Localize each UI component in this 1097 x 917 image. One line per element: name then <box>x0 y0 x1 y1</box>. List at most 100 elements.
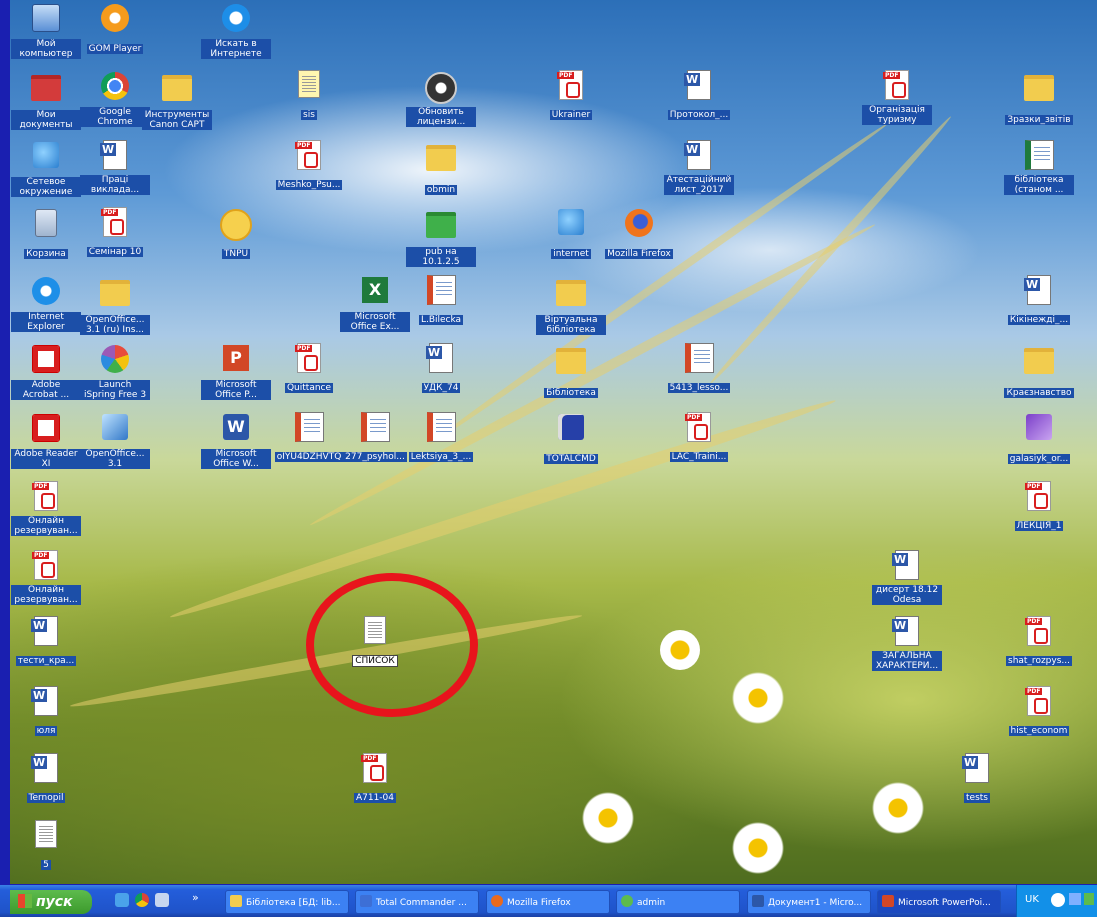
desktop-icon[interactable]: Internet Explorer <box>11 275 81 333</box>
tray-network-icon[interactable] <box>1069 893 1081 905</box>
desktop-icon[interactable]: Launch iSpring Free 3 <box>80 343 150 401</box>
desktop-icon[interactable]: Семінар 10 <box>80 207 150 258</box>
desktop-icon[interactable]: Онлайн резервуван... <box>11 550 81 606</box>
desktop-icon[interactable]: тести_кра... <box>11 616 81 667</box>
desktop-icon-label: TOTALCMD <box>544 454 598 464</box>
desktop-icon[interactable]: Lektsiya_3_... <box>406 412 476 463</box>
desktop-icon[interactable]: shat_rozpys... <box>1004 616 1074 667</box>
desktop-icon[interactable]: OpenOffice... 3.1 (ru) Ins... <box>80 275 150 336</box>
desktop-icon[interactable]: Мой компьютер <box>11 2 81 60</box>
desktop-icon[interactable]: Сетевое окружение <box>11 140 81 198</box>
desktop-icon-label: pub на 10.1.2.5 <box>406 247 476 267</box>
desktop-icon[interactable]: бібліотека (станом ... <box>1004 140 1074 196</box>
desktop-icon[interactable]: Кікінежді_... <box>1004 275 1074 326</box>
task-total-commander[interactable]: Total Commander ... <box>355 890 479 914</box>
desktop-icon[interactable]: Праці виклада... <box>80 140 150 196</box>
show-desktop-quicklaunch-icon[interactable] <box>155 893 169 907</box>
desktop-icon[interactable]: L.Bilecka <box>406 275 476 326</box>
ie-quicklaunch-icon[interactable] <box>115 893 129 907</box>
desktop-icon-label: Зразки_звітів <box>1005 115 1073 125</box>
desktop-icon[interactable]: 277_psyhol... <box>340 412 410 463</box>
desktop-icon[interactable]: Mozilla Firefox <box>604 207 674 260</box>
start-button[interactable]: пуск <box>10 890 92 914</box>
desktop-icon[interactable]: ЛЕКЦІЯ_1 <box>1004 481 1074 532</box>
desktop-icon[interactable]: Краєзнавство <box>1004 343 1074 399</box>
tray-app-icon[interactable] <box>1084 893 1094 905</box>
desktop-icon[interactable]: 5 <box>11 820 81 871</box>
network-icon <box>555 209 587 241</box>
desktop-icon[interactable]: 5413_lesso... <box>664 343 734 394</box>
desktop-icon[interactable]: Ukrainer <box>536 70 606 121</box>
desktop-icon[interactable]: Искать в Интернете <box>201 2 271 60</box>
firefox-icon <box>623 209 655 241</box>
desktop-icon[interactable]: Атестаційний лист_2017 <box>664 140 734 196</box>
desktop-icon[interactable]: Віртуальна бібліотека <box>536 275 606 336</box>
desktop-icon[interactable]: X Microsoft Office Ex... <box>340 275 410 333</box>
desktop-icon[interactable]: юля <box>11 686 81 737</box>
chrome-quicklaunch-icon[interactable] <box>135 893 149 907</box>
desktop-icon[interactable]: Зразки_звітів <box>1004 70 1074 126</box>
folder-icon <box>230 895 242 907</box>
desktop-icon-label: LAC_Traini... <box>669 452 729 462</box>
desktop-icon[interactable]: pub на 10.1.2.5 <box>406 207 476 268</box>
pdf-icon <box>30 550 62 582</box>
task-word-document[interactable]: Документ1 - Micro... <box>747 890 871 914</box>
desktop-icon-label: Бібліотека <box>544 388 598 398</box>
ispring-icon <box>99 345 131 377</box>
task-admin[interactable]: admin <box>616 890 740 914</box>
desktop-icon[interactable]: УДК_74 <box>406 343 476 394</box>
system-tray: UK <box>1016 885 1097 917</box>
desktop-icon[interactable]: galasiyk_or... <box>1004 412 1074 465</box>
desktop-icon[interactable]: Quittance <box>274 343 344 394</box>
desktop-icon[interactable]: Google Chrome <box>80 70 150 128</box>
desktop-icon[interactable]: Adobe Reader XI <box>11 412 81 470</box>
desktop-icon[interactable]: Бібліотека <box>536 343 606 399</box>
desktop-icon-label: Инструменты Canon CAPT <box>142 110 212 130</box>
desktop-icon[interactable]: sis <box>274 70 344 121</box>
desktop-icon[interactable]: obmin <box>406 140 476 196</box>
desktop-icon[interactable]: GOM Player <box>80 2 150 55</box>
language-indicator[interactable]: UK <box>1025 894 1039 905</box>
desktop-icon-label: Microsoft Office W... <box>201 449 271 469</box>
desktop-icon[interactable]: дисерт 18.12 Odesa <box>872 550 942 606</box>
task-bibliothek[interactable]: Бібліотека [БД: lib... <box>225 890 349 914</box>
desktop-icon[interactable]: internet <box>536 207 606 260</box>
desktop-icon-label: Онлайн резервуван... <box>11 516 81 536</box>
desktop-icon[interactable]: Організація туризму <box>862 70 932 126</box>
desktop-icon[interactable]: P Microsoft Office P... <box>201 343 271 401</box>
help-icon <box>293 70 325 102</box>
desktop-icon[interactable]: Онлайн резервуван... <box>11 481 81 537</box>
firefox-icon <box>491 895 503 907</box>
desktop-icon[interactable]: TOTALCMD <box>536 412 606 465</box>
desktop-icon[interactable]: TNPU <box>201 207 271 260</box>
desktop-icon[interactable]: OpenOffice... 3.1 <box>80 412 150 470</box>
quicklaunch-chevron[interactable]: » <box>192 891 199 904</box>
task-firefox[interactable]: Mozilla Firefox <box>486 890 610 914</box>
desktop-icon-label: Краєзнавство <box>1004 388 1074 398</box>
desktop-icon-label: Ukrainer <box>549 110 593 120</box>
desktop-icon[interactable]: Meshko_Psu... <box>274 140 344 191</box>
desktop-icon-label: Протокол_... <box>667 110 731 120</box>
desktop-icon[interactable]: W Microsoft Office W... <box>201 412 271 470</box>
desktop-icon[interactable]: A711-04 <box>340 753 410 804</box>
desktop-icon[interactable]: Протокол_... <box>664 70 734 121</box>
desktop-icon-label: Launch iSpring Free 3 <box>80 380 150 400</box>
desktop-icon[interactable]: Корзина <box>11 207 81 260</box>
tray-back-icon[interactable] <box>1051 893 1065 907</box>
desktop-icon[interactable]: ЗАГАЛЬНА ХАРАКТЕРИ... <box>872 616 942 672</box>
desktop-icon-label: Meshko_Psu... <box>275 180 343 190</box>
desktop-icon[interactable]: tests <box>942 753 1012 804</box>
desktop-icon[interactable]: Ternopil <box>11 753 81 804</box>
folder-icon <box>555 280 587 312</box>
desktop-icon[interactable]: hist_econom <box>1004 686 1074 737</box>
desktop-icon-label: ЛЕКЦІЯ_1 <box>1014 521 1064 531</box>
desktop-icon[interactable]: LAC_Traini... <box>664 412 734 463</box>
pdf-icon <box>1023 616 1055 648</box>
openoffice-icon <box>99 414 131 446</box>
desktop-icon[interactable]: Обновить лицензи... <box>406 70 476 128</box>
desktop-icon[interactable]: Мои документы <box>11 70 81 131</box>
desktop-icon[interactable]: Инструменты Canon CAPT <box>142 70 212 131</box>
desktop-icon[interactable]: Adobe Acrobat ... <box>11 343 81 401</box>
task-powerpoint[interactable]: Microsoft PowerPoi... <box>877 890 1001 914</box>
desktop-icon[interactable]: oIYU4DZHVTQ <box>274 412 344 463</box>
